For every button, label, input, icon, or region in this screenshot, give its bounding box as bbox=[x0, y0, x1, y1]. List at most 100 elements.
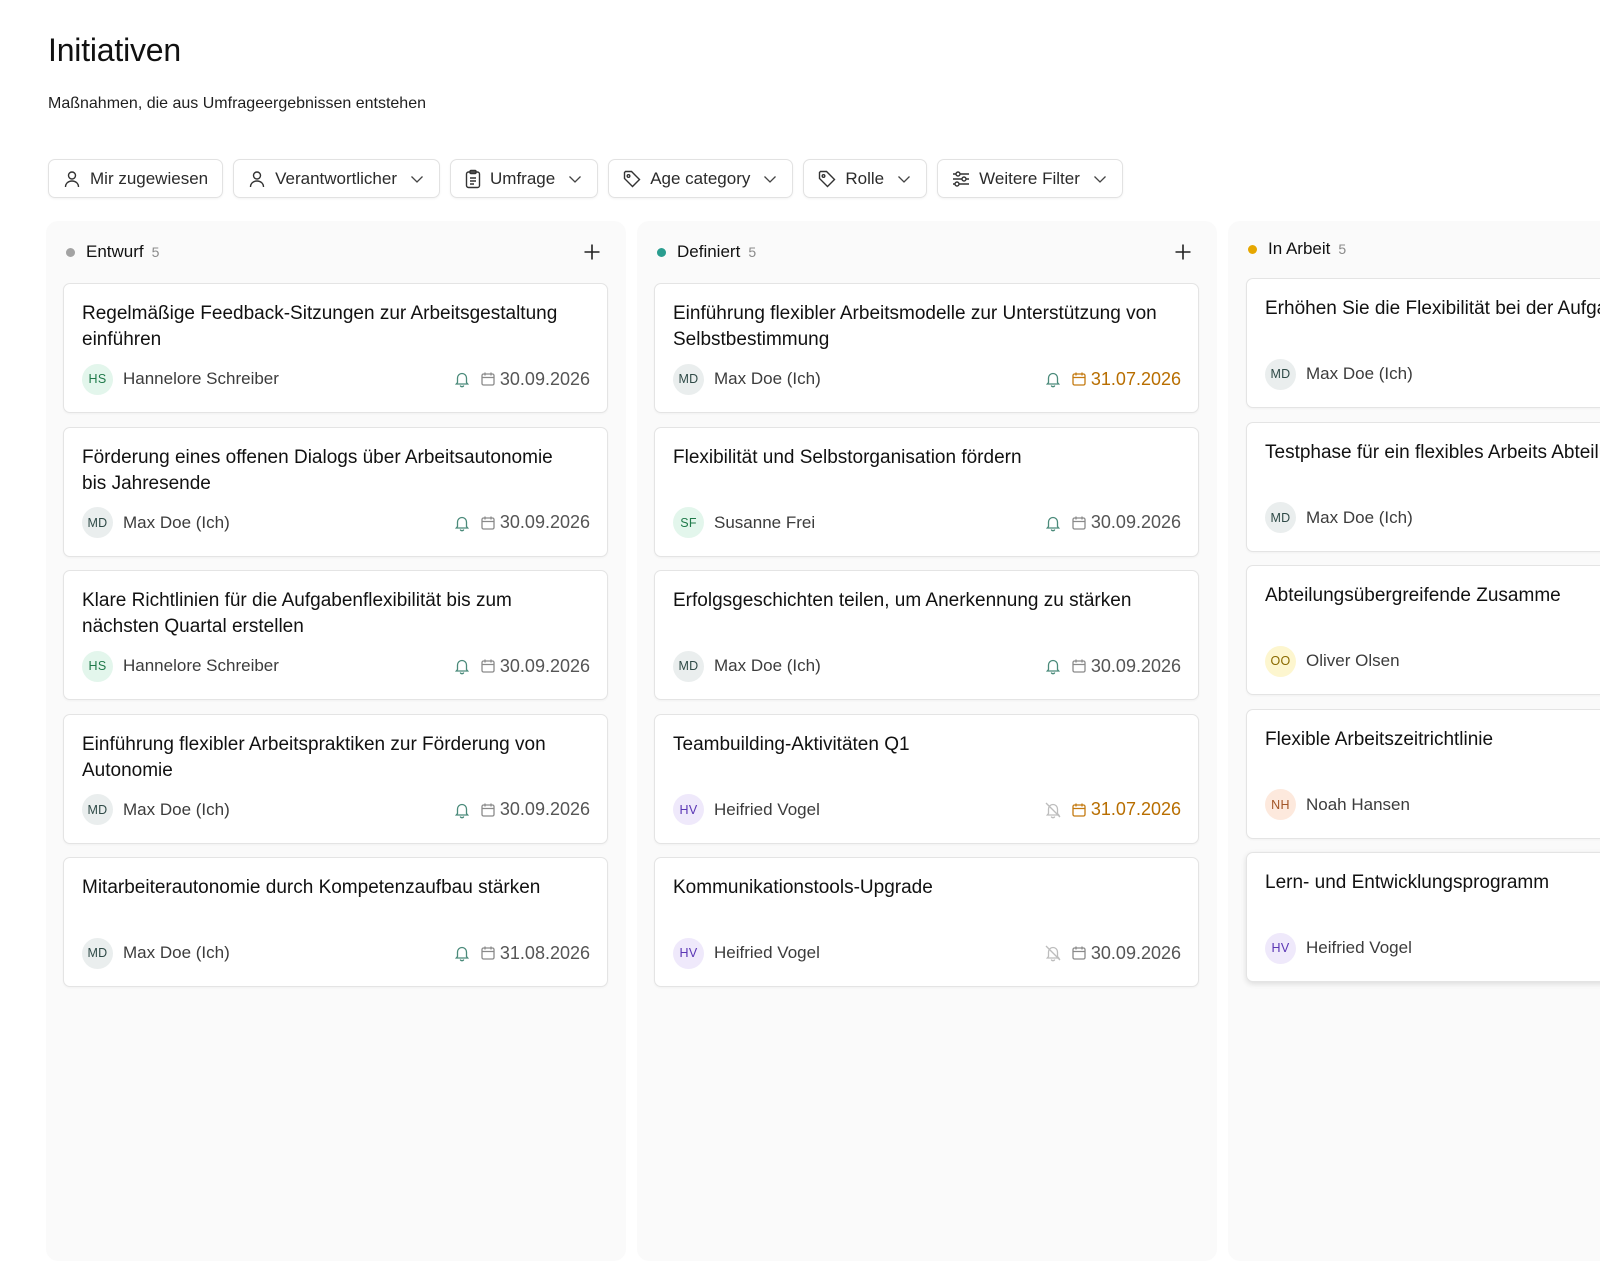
column-entwurf: Entwurf 5 Regelmäßige Feedback-Sitzungen… bbox=[46, 221, 626, 1261]
card-title: Flexibilität und Selbstorganisation förd… bbox=[673, 446, 1022, 468]
plus-icon bbox=[584, 244, 600, 260]
initiative-card[interactable]: Regelmäßige Feedback-Sitzungen zur Arbei… bbox=[63, 283, 608, 413]
card-list: Einführung flexibler Arbeitsmodelle zur … bbox=[654, 283, 1199, 1001]
initiative-card[interactable]: Lern- und Entwicklungsprogramm HV Heifried… bbox=[1246, 852, 1600, 982]
avatar: MD bbox=[82, 937, 113, 969]
assignee-name: Max Doe (Ich) bbox=[1306, 364, 1413, 383]
due-date: 30.09.2026 bbox=[499, 368, 590, 389]
user-icon bbox=[64, 170, 80, 187]
card-footer: MD Max Doe (Ich) 30.09.2026 bbox=[673, 650, 1181, 682]
initiative-card[interactable]: Erfolgsgeschichten teilen, um Anerkennun… bbox=[654, 570, 1199, 700]
avatar: HS bbox=[82, 650, 113, 682]
add-card-button[interactable] bbox=[580, 240, 604, 264]
calendar-icon bbox=[1072, 946, 1086, 960]
add-card-button[interactable] bbox=[1171, 240, 1195, 264]
initiative-card[interactable]: Erhöhen Sie die Flexibilität bei der Auf… bbox=[1246, 278, 1600, 408]
chevron-down-icon bbox=[1093, 175, 1106, 183]
calendar-icon bbox=[1072, 372, 1086, 386]
filter-age-category[interactable]: Age category bbox=[608, 159, 794, 198]
due-date-wrap: 30.09.2026 bbox=[480, 799, 590, 820]
calendar-icon bbox=[481, 372, 495, 386]
bell-icon bbox=[1045, 372, 1060, 388]
initiative-card[interactable]: Mitarbeiterautonomie durch Kompetenzaufb… bbox=[63, 857, 608, 987]
column-count: 5 bbox=[1338, 241, 1347, 257]
filter-label: Verantwortlicher bbox=[275, 168, 397, 188]
initiative-card[interactable]: Teambuilding-Aktivitäten Q1 HV Heifried Vo… bbox=[654, 713, 1199, 844]
card-footer: HV Heifried Vogel 30.09.2026 bbox=[673, 937, 1181, 969]
card-footer: MD Max Doe (Ich) 31.08.2026 bbox=[82, 937, 590, 969]
card-meta: 30.09.2026 bbox=[453, 512, 590, 533]
card-title: Erhöhen Sie die Flexibilität bei der Auf… bbox=[1265, 298, 1600, 319]
initiative-card[interactable]: Testphase für ein flexibles Arbeits Abte… bbox=[1246, 421, 1600, 552]
plus-icon bbox=[1175, 244, 1191, 260]
initiative-card[interactable]: Flexibilität und Selbstorganisation förd… bbox=[654, 426, 1199, 557]
due-date-wrap: 31.07.2026 bbox=[1071, 369, 1181, 390]
bell-off-icon bbox=[1045, 802, 1061, 818]
filter-owner[interactable]: Verantwortlicher bbox=[233, 159, 440, 198]
due-date: 30.09.2026 bbox=[499, 512, 590, 532]
card-footer: HS Hannelore Schreiber 30.09.2026 bbox=[82, 650, 590, 682]
bell-icon bbox=[454, 372, 469, 388]
card-footer: NH Noah Hansen bbox=[1265, 789, 1600, 821]
due-date: 31.08.2026 bbox=[499, 942, 590, 963]
initiative-card[interactable]: Förderung eines offenen Dialogs über Arb… bbox=[63, 426, 608, 557]
assignee-name: Heifried Vogel bbox=[714, 943, 820, 962]
card-footer: MD Max Doe (Ich) 30.09.2026 bbox=[82, 507, 590, 539]
filter-role[interactable]: Rolle bbox=[803, 159, 928, 198]
card-title: Einführung flexibler Arbeitspraktiken zu… bbox=[82, 733, 546, 781]
card-title: Teambuilding-Aktivitäten Q1 bbox=[673, 733, 910, 755]
chevron-down-icon bbox=[764, 175, 777, 183]
card-footer: MD Max Doe (Ich) 30.09.2026 bbox=[82, 794, 590, 826]
filter-survey[interactable]: Umfrage bbox=[450, 159, 599, 198]
avatar: OO bbox=[1265, 645, 1296, 677]
initiative-card[interactable]: Flexible Arbeitszeitrichtlinie NH Noah Han… bbox=[1246, 708, 1600, 839]
card-footer: MD Max Doe (Ich) bbox=[1265, 502, 1600, 534]
card-title: Lern- und Entwicklungsprogramm bbox=[1265, 872, 1550, 893]
card-meta: 31.08.2026 bbox=[453, 943, 590, 964]
due-date: 30.09.2026 bbox=[499, 655, 590, 676]
assignee-name: Max Doe (Ich) bbox=[714, 656, 821, 675]
due-date-wrap: 31.07.2026 bbox=[1071, 799, 1181, 820]
assignee-name: Noah Hansen bbox=[1306, 794, 1410, 814]
bell-off-icon bbox=[1045, 945, 1061, 962]
initiative-card[interactable]: Einführung flexibler Arbeitsmodelle zur … bbox=[654, 283, 1199, 413]
card-title: Regelmäßige Feedback-Sitzungen zur Arbei… bbox=[82, 303, 558, 350]
clipboard-icon bbox=[465, 169, 481, 188]
column-header: In Arbeit 5 bbox=[1248, 237, 1600, 261]
page-subtitle: Maßnahmen, die aus Umfrageergebnissen en… bbox=[48, 95, 426, 112]
due-date-wrap: 30.09.2026 bbox=[1071, 512, 1181, 533]
due-date-wrap: 30.09.2026 bbox=[480, 512, 590, 533]
calendar-icon bbox=[1072, 659, 1086, 673]
card-title: Förderung eines offenen Dialogs über Arb… bbox=[82, 446, 553, 494]
assignee-name: Max Doe (Ich) bbox=[714, 369, 821, 388]
assignee-name: Hannelore Schreiber bbox=[123, 656, 279, 675]
card-title: Kommunikationstools-Upgrade bbox=[673, 877, 933, 898]
filter-label: Rolle bbox=[845, 168, 885, 188]
filter-label: Age category bbox=[650, 168, 751, 188]
status-dot bbox=[66, 247, 75, 257]
card-footer: MD Max Doe (Ich) 31.07.2026 bbox=[673, 363, 1181, 395]
column-title: Definiert bbox=[677, 242, 741, 261]
calendar-icon bbox=[1072, 803, 1086, 817]
card-footer: HS Hannelore Schreiber 30.09.2026 bbox=[82, 363, 590, 395]
initiative-card[interactable]: Kommunikationstools-Upgrade HV Heifried Vo… bbox=[654, 857, 1199, 987]
card-footer: HV Heifried Vogel bbox=[1265, 932, 1600, 964]
status-dot bbox=[1248, 244, 1257, 254]
chevron-down-icon bbox=[898, 175, 911, 183]
card-meta: 31.07.2026 bbox=[1044, 369, 1181, 390]
initiative-card[interactable]: Abteilungsübergreifende Zusamme OO Oliver … bbox=[1246, 565, 1600, 695]
page-title: Initiativen bbox=[48, 32, 181, 68]
assignee-name: Hannelore Schreiber bbox=[123, 369, 279, 388]
initiative-card[interactable]: Einführung flexibler Arbeitspraktiken zu… bbox=[63, 713, 608, 844]
calendar-icon bbox=[481, 946, 495, 960]
avatar: HV bbox=[1265, 932, 1296, 964]
initiative-card[interactable]: Klare Richtlinien für die Aufgabenflexib… bbox=[63, 570, 608, 700]
card-meta: 30.09.2026 bbox=[1044, 512, 1181, 533]
card-footer: HV Heifried Vogel 31.07.2026 bbox=[673, 794, 1181, 826]
avatar: MD bbox=[1265, 358, 1296, 390]
card-meta: 30.09.2026 bbox=[1044, 943, 1181, 964]
column-definiert: Definiert 5 Einführung flexibler Arbeits… bbox=[637, 221, 1217, 1261]
filter-assigned-to-me[interactable]: Mir zugewiesen bbox=[48, 159, 224, 198]
filter-more[interactable]: Weitere Filter bbox=[937, 159, 1123, 198]
bell-icon bbox=[454, 659, 469, 675]
